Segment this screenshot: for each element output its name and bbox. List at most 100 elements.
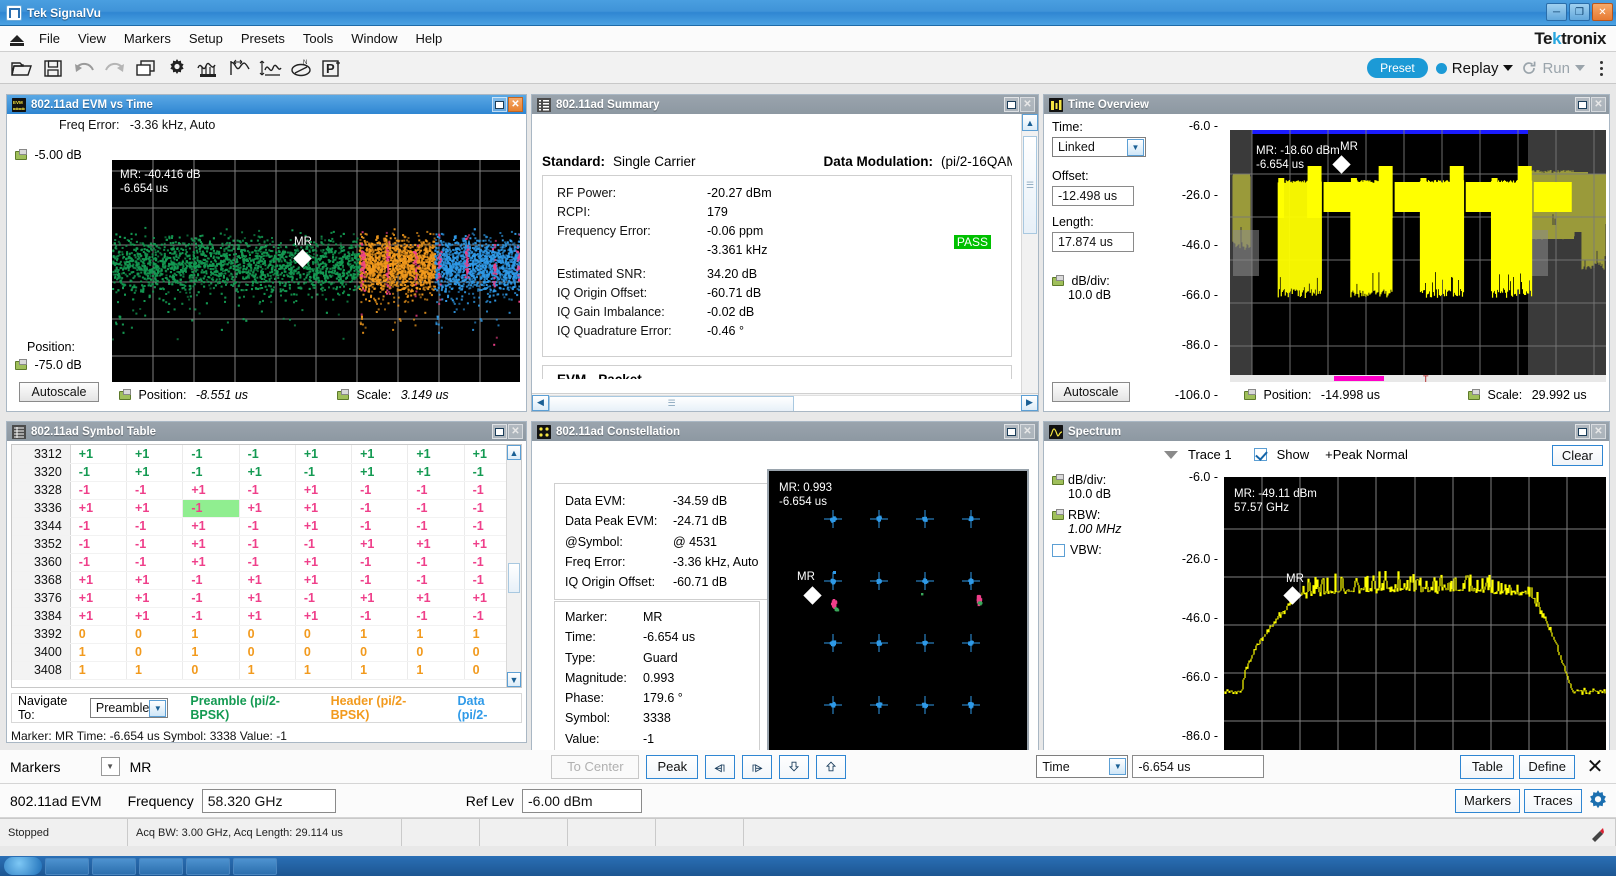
- symbol-value-cell[interactable]: +1: [407, 535, 465, 554]
- table-row[interactable]: 3360 -1 -1 +1 -1 +1 -1 -1 -1: [12, 553, 521, 572]
- spectrum-plot[interactable]: MR: -49.11 dBm 57.57 GHz MR: [1224, 477, 1606, 777]
- symbol-value-cell[interactable]: +1: [126, 445, 184, 464]
- table-row[interactable]: 3352 -1 -1 +1 -1 -1 +1 +1 +1: [12, 535, 521, 554]
- symbol-value-cell[interactable]: -1: [351, 499, 409, 518]
- symbol-value-cell[interactable]: 0: [407, 643, 465, 662]
- marker-bar-close-icon[interactable]: ✕: [1580, 755, 1610, 779]
- symbol-value-cell[interactable]: -1: [70, 481, 128, 500]
- summary-scroll-left-button[interactable]: ◀: [532, 394, 549, 411]
- symbol-value-cell[interactable]: -1: [351, 481, 409, 500]
- symbol-value-cell[interactable]: 1: [70, 643, 128, 662]
- symbol-value-cell[interactable]: +1: [407, 463, 465, 482]
- chevron-down-icon-run[interactable]: [1575, 65, 1585, 71]
- to-position-adjust-icon[interactable]: [1244, 389, 1256, 401]
- symbol-value-cell[interactable]: -1: [126, 517, 184, 536]
- windows-icon[interactable]: [130, 54, 161, 82]
- symbol-value-cell[interactable]: -1: [70, 517, 128, 536]
- symbol-value-cell[interactable]: +1: [70, 571, 128, 590]
- trace-chevron-down-icon[interactable]: [1164, 450, 1178, 459]
- symbol-value-cell[interactable]: -1: [126, 535, 184, 554]
- constellation-close-button[interactable]: ✕: [1020, 424, 1035, 439]
- menu-tools[interactable]: Tools: [294, 28, 342, 49]
- symbol-value-cell[interactable]: -1: [126, 481, 184, 500]
- time-mode-chevron-down-icon[interactable]: ▼: [1127, 138, 1144, 156]
- time-overview-restore-button[interactable]: [1575, 97, 1590, 112]
- preset-button[interactable]: Preset: [1367, 58, 1428, 78]
- symbol-value-cell[interactable]: 1: [351, 625, 409, 644]
- start-button[interactable]: [4, 857, 42, 875]
- undo-icon[interactable]: [68, 54, 99, 82]
- symbol-value-cell[interactable]: +1: [407, 445, 465, 464]
- symbol-value-cell[interactable]: 0: [126, 625, 184, 644]
- restore-button[interactable]: ❐: [1569, 3, 1590, 21]
- symbol-value-cell[interactable]: +1: [295, 445, 353, 464]
- spectrum-vbw-checkbox[interactable]: [1052, 544, 1065, 558]
- symbol-value-cell[interactable]: +1: [351, 589, 409, 608]
- trigger-icon[interactable]: N: [285, 54, 316, 82]
- spectrum-clear-button[interactable]: Clear: [1551, 445, 1603, 466]
- menu-view[interactable]: View: [69, 28, 115, 49]
- symbol-value-cell[interactable]: +1: [295, 553, 353, 572]
- symbol-value-cell[interactable]: -1: [351, 571, 409, 590]
- evm-autoscale-button[interactable]: Autoscale: [19, 382, 99, 402]
- spectrum-rbw-adjust-icon[interactable]: [1052, 509, 1064, 521]
- constellation-restore-button[interactable]: [1004, 424, 1019, 439]
- symbol-value-cell[interactable]: 1: [239, 661, 296, 680]
- peak-down-icon[interactable]: [779, 754, 810, 779]
- eject-icon[interactable]: [4, 35, 30, 46]
- symbol-value-cell[interactable]: +1: [182, 481, 240, 500]
- trace-show-checkbox[interactable]: [1253, 448, 1267, 461]
- overflow-menu-icon[interactable]: [1593, 60, 1610, 76]
- chevron-down-icon[interactable]: [1503, 65, 1514, 71]
- table-row[interactable]: 3368 +1 +1 -1 +1 +1 -1 -1 -1: [12, 571, 521, 590]
- symbol-value-cell[interactable]: 0: [295, 643, 353, 662]
- symbol-value-cell[interactable]: -1: [407, 607, 465, 626]
- symbol-value-cell[interactable]: -1: [351, 553, 409, 572]
- symbol-value-cell[interactable]: 0: [126, 643, 184, 662]
- summary-scroll-up-button[interactable]: ▲: [1022, 114, 1038, 131]
- search-icon[interactable]: [223, 54, 254, 82]
- symbol-table-close-button[interactable]: ✕: [508, 424, 523, 439]
- menu-help[interactable]: Help: [407, 28, 452, 49]
- symbol-value-cell[interactable]: -1: [182, 589, 240, 608]
- symbol-value-cell[interactable]: -1: [182, 463, 240, 482]
- reflev-input[interactable]: [522, 788, 642, 813]
- time-mode-select[interactable]: Linked ▼: [1052, 137, 1146, 157]
- prev-peak-icon[interactable]: [705, 754, 736, 779]
- evm-restore-button[interactable]: [492, 97, 507, 112]
- symbol-value-cell[interactable]: 0: [239, 643, 296, 662]
- summary-scroll-thumb[interactable]: ☰: [1023, 136, 1037, 234]
- symbol-value-cell[interactable]: 1: [182, 625, 240, 644]
- table-row[interactable]: 3312 +1 +1 -1 -1 +1 +1 +1 +1: [12, 445, 521, 464]
- marker-readout-type-select[interactable]: Time ▼: [1036, 755, 1129, 778]
- symbol-value-cell[interactable]: 0: [295, 625, 353, 644]
- x-scale-adjust-icon[interactable]: [337, 389, 349, 401]
- symbol-value-cell[interactable]: -1: [295, 589, 353, 608]
- symbol-value-cell[interactable]: -1: [126, 553, 184, 572]
- peak-button[interactable]: Peak: [646, 754, 699, 779]
- symbol-table-vertical-scrollbar[interactable]: ▲ ▼: [506, 445, 521, 687]
- marker-define-button[interactable]: Define: [1519, 754, 1575, 779]
- menu-file[interactable]: File: [30, 28, 69, 49]
- menu-presets[interactable]: Presets: [232, 28, 294, 49]
- save-icon[interactable]: [37, 54, 68, 82]
- symbol-value-cell[interactable]: +1: [295, 571, 353, 590]
- symbol-value-cell[interactable]: +1: [407, 589, 465, 608]
- time-overview-plot[interactable]: T MR: -18.60 dBm -6.654 us MR: [1230, 130, 1606, 382]
- offset-input[interactable]: [1052, 186, 1134, 206]
- marker-readout-value-input[interactable]: [1132, 755, 1265, 778]
- symbol-value-cell[interactable]: +1: [239, 463, 296, 482]
- symbol-value-cell[interactable]: +1: [239, 571, 296, 590]
- spectrum-dbdiv-adjust-icon[interactable]: [1052, 474, 1064, 486]
- open-icon[interactable]: [6, 54, 37, 82]
- menu-window[interactable]: Window: [342, 28, 406, 49]
- symbol-value-cell[interactable]: +1: [70, 499, 128, 518]
- symbol-value-cell[interactable]: -1: [239, 517, 296, 536]
- symbol-value-cell[interactable]: 1: [351, 661, 409, 680]
- navigate-chevron-down-icon[interactable]: ▼: [149, 699, 167, 717]
- taskbar-item-4[interactable]: [186, 857, 230, 875]
- markers-button[interactable]: Markers: [1455, 788, 1520, 813]
- symbol-value-cell[interactable]: -1: [407, 571, 465, 590]
- table-row[interactable]: 3408 1 1 0 1 1 1 1 0: [12, 661, 521, 680]
- symbol-value-cell[interactable]: -1: [182, 499, 240, 518]
